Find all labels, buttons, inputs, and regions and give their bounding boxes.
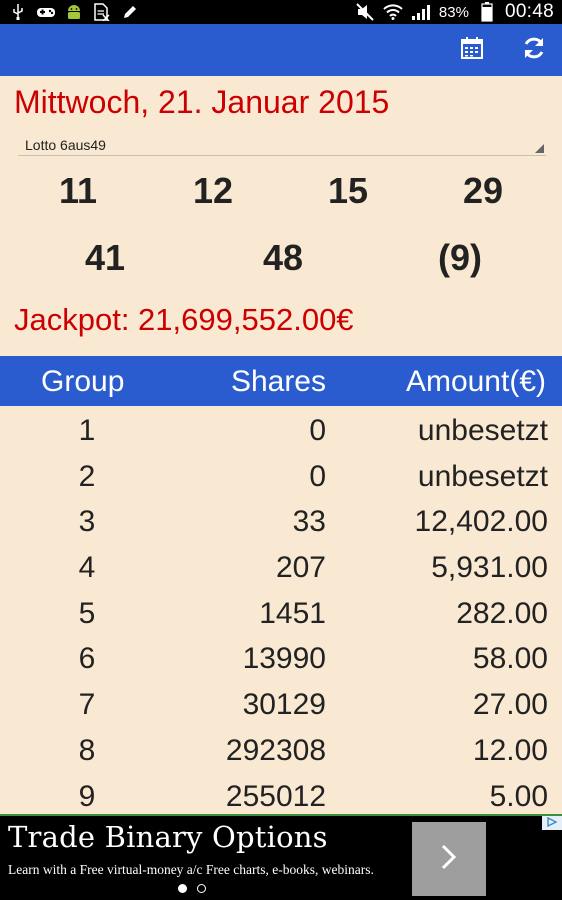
battery-icon bbox=[477, 2, 497, 22]
cell-shares: 255012 bbox=[225, 779, 326, 813]
table-row: 6 13990 58.00 bbox=[0, 636, 562, 682]
column-header-group: Group bbox=[41, 365, 125, 398]
cell-amount: unbesetzt bbox=[417, 459, 548, 493]
table-row: 2 0 unbesetzt bbox=[0, 454, 562, 500]
cell-group: 6 bbox=[78, 642, 96, 676]
cell-group: 4 bbox=[78, 551, 96, 585]
cell-shares: 13990 bbox=[242, 642, 326, 676]
cell-amount: 58.00 bbox=[472, 642, 548, 676]
cell-group: 1 bbox=[78, 414, 96, 447]
cell-group: 3 bbox=[78, 505, 96, 539]
column-header-shares: Shares bbox=[230, 365, 326, 398]
page-dot-active bbox=[178, 884, 187, 893]
cell-amount: 12.00 bbox=[472, 733, 548, 767]
cell-group: 9 bbox=[78, 779, 96, 813]
table-row: 4 207 5,931.00 bbox=[0, 545, 562, 591]
super-number: (9) bbox=[438, 237, 482, 278]
cell-group: 2 bbox=[78, 459, 96, 493]
chevron-right-icon bbox=[438, 842, 460, 877]
calendar-icon bbox=[460, 36, 484, 65]
table-row: 7 30129 27.00 bbox=[0, 682, 562, 728]
dropdown-caret-icon bbox=[535, 144, 544, 153]
table-row: 1 0 unbesetzt bbox=[0, 408, 562, 454]
cell-group: 8 bbox=[78, 733, 96, 767]
cell-shares: 1451 bbox=[259, 596, 326, 630]
column-header-amount: Amount(€) bbox=[405, 365, 546, 398]
payout-table: 1 0 unbesetzt 2 0 unbesetzt 3 33 12,402.… bbox=[0, 408, 562, 819]
lottery-select-value: Lotto 6aus49 bbox=[25, 137, 106, 153]
battery-percent: 83% bbox=[438, 3, 469, 21]
wifi-icon bbox=[383, 2, 403, 22]
cell-amount: 282.00 bbox=[456, 596, 548, 630]
draw-date: Mittwoch, 21. Januar 2015 bbox=[14, 84, 390, 120]
page-dot bbox=[197, 884, 206, 893]
cell-group: 7 bbox=[78, 688, 96, 722]
ad-banner[interactable]: Trade Binary Options Learn with a Free v… bbox=[0, 814, 562, 900]
drawn-number: 29 bbox=[462, 170, 504, 211]
drawn-number: 12 bbox=[192, 170, 234, 211]
action-bar bbox=[0, 24, 562, 76]
clock: 00:48 bbox=[504, 1, 554, 22]
lottery-select[interactable]: Lotto 6aus49 bbox=[18, 134, 546, 156]
table-row: 8 292308 12.00 bbox=[0, 728, 562, 774]
ad-subtitle[interactable]: Learn with a Free virtual-money a/c Free… bbox=[8, 862, 374, 878]
ad-choices-icon bbox=[546, 814, 558, 832]
cell-amount: 27.00 bbox=[472, 688, 548, 722]
status-bar: 83% 00:48 bbox=[0, 0, 562, 24]
refresh-button[interactable] bbox=[520, 36, 548, 64]
cell-shares: 207 bbox=[275, 551, 326, 585]
status-bar-right: 83% 00:48 bbox=[355, 1, 554, 23]
cell-amount: 12,402.00 bbox=[414, 505, 548, 539]
table-row: 3 33 12,402.00 bbox=[0, 499, 562, 545]
table-row: 5 1451 282.00 bbox=[0, 591, 562, 637]
calendar-button[interactable] bbox=[458, 36, 486, 64]
cell-shares: 33 bbox=[292, 505, 326, 539]
android-icon bbox=[64, 2, 84, 22]
drawn-number: 41 bbox=[84, 237, 126, 278]
pencil-icon bbox=[120, 2, 140, 22]
usb-icon bbox=[8, 2, 28, 22]
ad-choices-button[interactable] bbox=[542, 816, 562, 830]
drawn-number: 11 bbox=[58, 170, 98, 211]
cell-shares: 0 bbox=[309, 414, 326, 447]
drawn-number: 48 bbox=[262, 237, 304, 278]
signal-icon bbox=[411, 2, 431, 22]
cell-group: 5 bbox=[78, 596, 96, 630]
table-row: 9 255012 5.00 bbox=[0, 774, 562, 820]
gamepad-icon bbox=[36, 2, 56, 22]
cell-shares: 30129 bbox=[242, 688, 326, 722]
ad-page-indicator bbox=[178, 884, 206, 893]
refresh-icon bbox=[521, 35, 547, 66]
cell-shares: 0 bbox=[309, 459, 326, 493]
mute-icon bbox=[355, 2, 375, 22]
drawn-number: 15 bbox=[327, 170, 369, 211]
cell-amount: 5.00 bbox=[489, 779, 548, 813]
ad-open-button[interactable] bbox=[412, 822, 486, 896]
payout-table-header: Group Shares Amount(€) bbox=[0, 356, 562, 406]
ad-title[interactable]: Trade Binary Options bbox=[8, 820, 328, 854]
jackpot-amount: Jackpot: 21,699,552.00€ bbox=[14, 302, 354, 337]
cell-amount: 5,931.00 bbox=[431, 551, 548, 585]
cell-shares: 292308 bbox=[225, 733, 326, 767]
file-icon bbox=[92, 2, 112, 22]
cell-amount: unbesetzt bbox=[417, 414, 548, 447]
status-bar-left bbox=[8, 2, 140, 22]
